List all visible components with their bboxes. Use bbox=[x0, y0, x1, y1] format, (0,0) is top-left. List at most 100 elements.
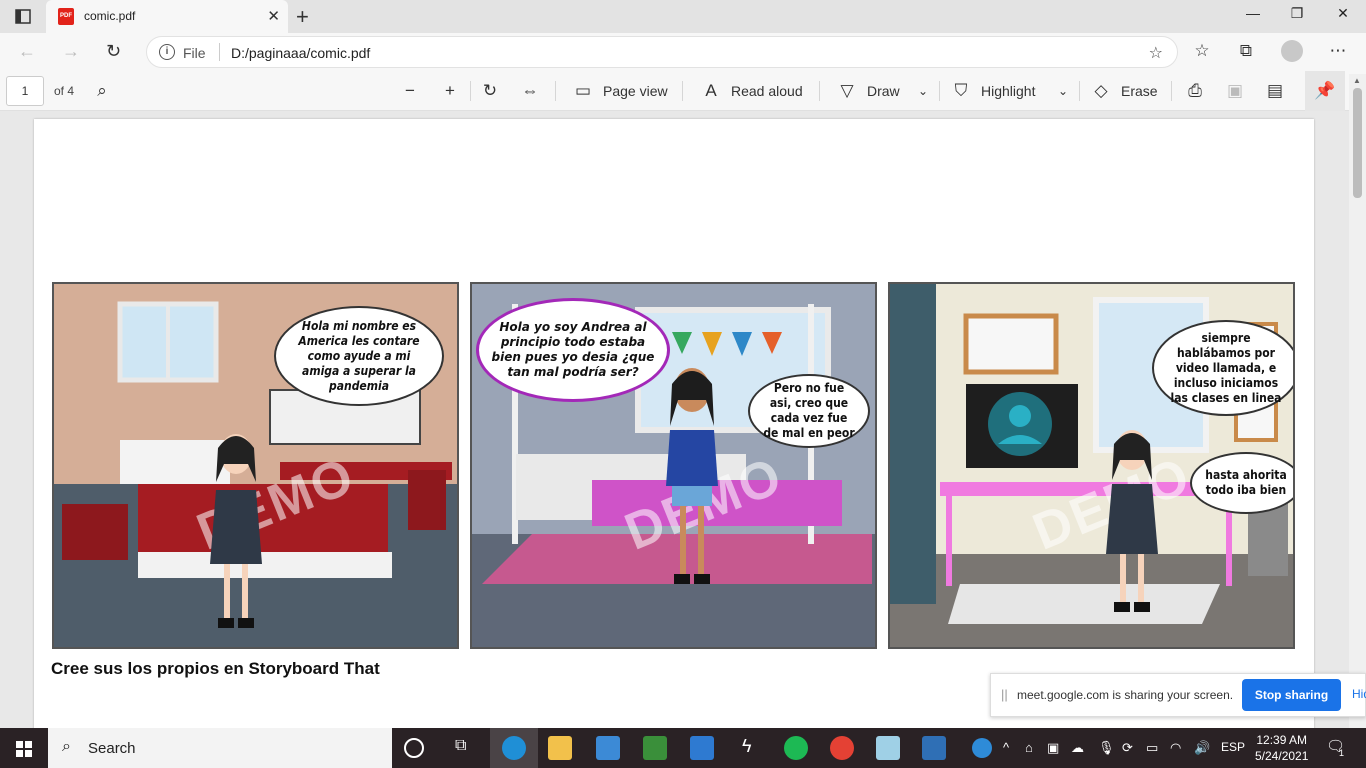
stop-sharing-button[interactable]: Stop sharing bbox=[1242, 679, 1341, 711]
clock-date: 5/24/2021 bbox=[1255, 749, 1309, 763]
windows-icon bbox=[16, 741, 32, 757]
taskbar-search[interactable]: ⌕ Search bbox=[48, 728, 392, 768]
pin-toolbar-button[interactable]: 📌 bbox=[1305, 71, 1345, 111]
toolbar-divider bbox=[470, 81, 471, 101]
drag-handle-icon[interactable]: || bbox=[1001, 687, 1008, 702]
help-icon[interactable] bbox=[972, 738, 992, 758]
fit-page-icon[interactable]: ⇔ bbox=[519, 81, 541, 101]
page-view-button[interactable]: Page view bbox=[603, 83, 668, 99]
rotate-icon[interactable]: ↻ bbox=[479, 81, 501, 101]
search-placeholder: Search bbox=[88, 740, 136, 757]
draw-icon[interactable]: ▽ bbox=[836, 81, 858, 101]
save-icon[interactable]: ▣ bbox=[1224, 81, 1246, 101]
start-button[interactable] bbox=[0, 728, 48, 768]
profile-avatar[interactable] bbox=[1281, 40, 1303, 62]
info-icon[interactable]: i bbox=[159, 44, 175, 60]
pdf-icon: PDF bbox=[58, 8, 74, 25]
favorites-icon[interactable]: ☆ bbox=[1190, 41, 1214, 61]
comic-panel-3: DEMO siempre hablábamos por video llamad… bbox=[888, 282, 1295, 649]
page-number-input[interactable]: 1 bbox=[6, 76, 44, 106]
scroll-up-icon[interactable]: ▲ bbox=[1353, 76, 1361, 85]
notes-app-icon[interactable] bbox=[876, 736, 900, 760]
edge-icon[interactable] bbox=[502, 736, 526, 760]
character-america bbox=[1106, 430, 1158, 612]
search-icon[interactable]: ⌕ bbox=[91, 81, 113, 101]
wifi-icon[interactable]: ◠ bbox=[1170, 740, 1181, 756]
calendar-tray-icon[interactable]: ▣ bbox=[1047, 740, 1059, 756]
bolt-app-icon[interactable]: ϟ bbox=[742, 736, 752, 757]
tray-update-icon[interactable]: ⟳ bbox=[1122, 740, 1133, 756]
toolbar-divider bbox=[1171, 81, 1172, 101]
photos-icon[interactable] bbox=[922, 736, 946, 760]
tab-title: comic.pdf bbox=[84, 9, 136, 23]
erase-button[interactable]: Erase bbox=[1121, 83, 1158, 99]
battery-icon[interactable]: ▭ bbox=[1146, 740, 1158, 756]
tab-actions-icon[interactable] bbox=[10, 6, 38, 28]
search-icon: ⌕ bbox=[62, 738, 71, 755]
mail-icon[interactable] bbox=[690, 736, 714, 760]
more-icon[interactable]: ⋯ bbox=[1326, 41, 1350, 61]
scroll-thumb[interactable] bbox=[1353, 88, 1362, 198]
eraser-icon[interactable]: ◇ bbox=[1090, 81, 1112, 101]
draw-dropdown-icon[interactable]: ⌄ bbox=[912, 81, 934, 101]
print-icon[interactable]: ⎙ bbox=[1184, 81, 1206, 101]
character-andrea bbox=[666, 368, 718, 584]
speech-bubble: Hola mi nombre es America les contare co… bbox=[274, 306, 444, 406]
spotify-icon[interactable] bbox=[784, 736, 808, 760]
thought-bubble-top: siempre hablábamos por video llamada, e … bbox=[1152, 320, 1293, 416]
highlight-icon[interactable]: ⛉ bbox=[950, 81, 972, 101]
cortana-icon[interactable] bbox=[404, 738, 424, 758]
highlight-dropdown-icon[interactable]: ⌄ bbox=[1052, 81, 1074, 101]
restore-icon[interactable]: ❐ bbox=[1274, 5, 1320, 22]
onedrive-icon[interactable]: ☁ bbox=[1071, 740, 1084, 756]
pin-icon: 📌 bbox=[1314, 81, 1336, 100]
read-aloud-icon[interactable]: A bbox=[700, 81, 722, 101]
file-explorer-icon[interactable] bbox=[548, 736, 572, 760]
language-indicator[interactable]: ESP bbox=[1221, 740, 1245, 754]
page-total: of 4 bbox=[54, 84, 75, 98]
save-as-icon[interactable]: ▤ bbox=[1264, 81, 1286, 101]
tab-strip: PDF comic.pdf ✕ + — ❐ ✕ bbox=[0, 0, 1366, 33]
url-field[interactable]: i File D:/paginaaa/comic.pdf ☆ bbox=[146, 36, 1178, 68]
game-app-icon[interactable] bbox=[643, 736, 667, 760]
minimize-icon[interactable]: — bbox=[1230, 5, 1276, 21]
toolbar-divider bbox=[682, 81, 683, 101]
tab-comic[interactable]: PDF comic.pdf ✕ bbox=[46, 0, 288, 33]
pdf-page: DEMO Hola mi nombre es America les conta… bbox=[34, 119, 1314, 728]
zoom-out-icon[interactable]: − bbox=[399, 81, 421, 101]
notification-count: 1 bbox=[1339, 748, 1345, 758]
zoom-in-icon[interactable]: + bbox=[439, 81, 461, 101]
address-bar: ← → ↻ i File D:/paginaaa/comic.pdf ☆ ☆ ⧉… bbox=[0, 33, 1366, 71]
screen-share-banner: || meet.google.com is sharing your scree… bbox=[990, 673, 1366, 717]
forward-icon[interactable]: → bbox=[62, 41, 80, 62]
store-icon[interactable] bbox=[596, 736, 620, 760]
clock[interactable]: 12:39 AM 5/24/2021 bbox=[1255, 732, 1308, 764]
collections-icon[interactable]: ⧉ bbox=[1234, 41, 1258, 61]
vertical-scrollbar[interactable]: ▲ bbox=[1349, 74, 1366, 728]
speech-bubble-left: Hola yo soy Andrea al principio todo est… bbox=[476, 298, 670, 402]
highlight-button[interactable]: Highlight bbox=[981, 83, 1035, 99]
comic-panel-1: DEMO Hola mi nombre es America les conta… bbox=[52, 282, 459, 649]
chrome-icon[interactable] bbox=[830, 736, 854, 760]
draw-button[interactable]: Draw bbox=[867, 83, 900, 99]
url-text: D:/paginaaa/comic.pdf bbox=[231, 45, 371, 61]
pdf-viewer: DEMO Hola mi nombre es America les conta… bbox=[0, 112, 1349, 728]
show-hidden-icons[interactable]: ^ bbox=[1003, 740, 1009, 755]
storyboard-caption: Cree sus los propios en Storyboard That bbox=[51, 659, 380, 678]
tray-app-icon[interactable]: ⌂ bbox=[1025, 740, 1033, 755]
page-view-icon[interactable]: ▭ bbox=[572, 81, 594, 101]
back-icon[interactable]: ← bbox=[18, 41, 36, 62]
refresh-icon[interactable]: ↻ bbox=[106, 41, 121, 62]
close-window-icon[interactable]: ✕ bbox=[1320, 5, 1366, 22]
microphone-icon[interactable]: 🎙 bbox=[1098, 740, 1115, 756]
new-tab-icon[interactable]: + bbox=[296, 4, 309, 30]
thought-bubble-right: Pero no fue asi, creo que cada vez fue d… bbox=[748, 374, 870, 448]
share-status-text: meet.google.com is sharing your screen. bbox=[1017, 688, 1234, 702]
hide-button[interactable]: Hide bbox=[1352, 687, 1366, 701]
task-view-icon[interactable]: ⧉ bbox=[455, 737, 466, 755]
add-favorite-icon[interactable]: ☆ bbox=[1149, 43, 1163, 63]
url-separator bbox=[219, 43, 220, 61]
close-tab-icon[interactable]: ✕ bbox=[267, 7, 280, 25]
read-aloud-button[interactable]: Read aloud bbox=[731, 83, 803, 99]
volume-icon[interactable]: 🔊 bbox=[1194, 740, 1210, 756]
